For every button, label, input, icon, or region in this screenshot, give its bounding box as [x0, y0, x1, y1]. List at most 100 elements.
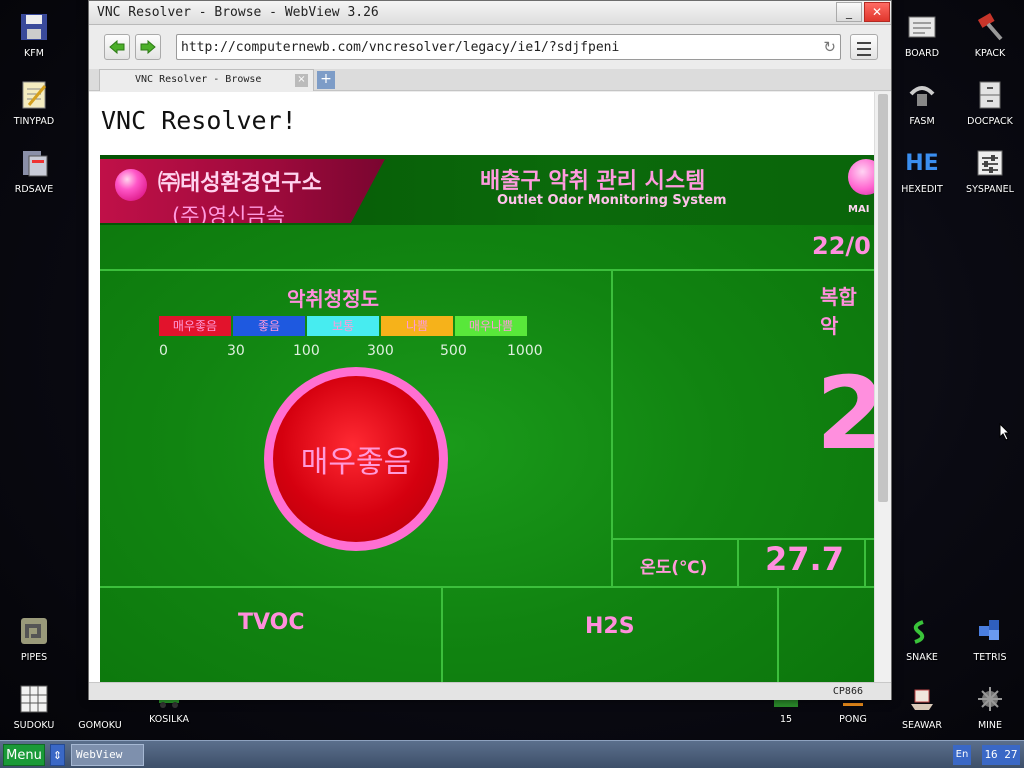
- reload-icon[interactable]: ↻: [823, 38, 836, 56]
- odor-status-text: 매우좋음: [300, 445, 412, 480]
- pipes-game-icon: [17, 614, 51, 648]
- scale-tick: 300: [367, 343, 394, 359]
- desktop-icon-label: FASM: [909, 116, 935, 127]
- desktop-icon-pipes[interactable]: PIPES: [0, 614, 68, 663]
- scale-tick: 0: [159, 343, 168, 359]
- company-name-secondary: (주)영신금속: [172, 204, 285, 228]
- legend-normal: 보통: [307, 316, 379, 336]
- desktop-icon-board[interactable]: BOARD: [888, 10, 956, 59]
- desktop-icon-rdsave[interactable]: RDSAVE: [0, 146, 68, 195]
- odor-status-indicator: 매우좋음: [264, 367, 448, 551]
- taskbar-item-webview[interactable]: WebView: [71, 744, 144, 766]
- odor-cleanliness-title: 악취청정도: [287, 287, 379, 311]
- browser-status-bar: CP866: [89, 682, 891, 700]
- desktop-icon-tetris[interactable]: TETRIS: [956, 614, 1024, 663]
- minimize-button[interactable]: _: [836, 2, 862, 22]
- desktop-icon-syspanel[interactable]: SYSPANEL: [956, 146, 1024, 195]
- desktop-icon-label: SYSPANEL: [966, 184, 1014, 195]
- hamburger-icon: [857, 42, 871, 44]
- page-heading: VNC Resolver!: [101, 106, 297, 135]
- forward-button[interactable]: [135, 34, 161, 60]
- company-name-primary: ㈜태성환경연구소: [158, 171, 322, 196]
- legend-good: 좋음: [233, 316, 305, 336]
- hammer-icon: [973, 10, 1007, 44]
- clock[interactable]: 16 27: [982, 745, 1020, 765]
- desktop-icon-gomoku[interactable]: GOMOKU: [66, 696, 134, 731]
- legend-very-good: 매우좋음: [159, 316, 231, 336]
- sudoku-grid-icon: [17, 682, 51, 716]
- desktop-icon-label: TETRIS: [973, 652, 1007, 663]
- pink-orb-icon: [115, 169, 147, 201]
- scrollbar-thumb[interactable]: [878, 94, 888, 502]
- address-bar[interactable]: ↻: [176, 34, 841, 60]
- keyboard-layout-indicator[interactable]: En: [953, 745, 971, 765]
- divider: [737, 538, 739, 587]
- desktop-icon-mine[interactable]: MINE: [956, 682, 1024, 731]
- scale-tick: 1000: [507, 343, 543, 359]
- tab-bar: VNC Resolver - Browse × +: [89, 69, 891, 91]
- vertical-scrollbar[interactable]: [874, 92, 891, 682]
- desktop-icon-label: SEAWAR: [902, 720, 942, 731]
- desktop-icon-label: KPACK: [974, 48, 1006, 59]
- composite-odor-title: 복합악: [820, 285, 857, 338]
- hex-editor-icon: HE: [905, 150, 939, 176]
- desktop-icon-label: GOMOKU: [78, 720, 122, 731]
- web-viewport[interactable]: VNC Resolver! ㈜태성환경연구소 (주)영신금속 배출구 악취 관리…: [89, 92, 874, 682]
- desktop-icon-label: KOSILKA: [149, 714, 189, 725]
- desktop-icon-snake[interactable]: SNAKE: [888, 614, 956, 663]
- browser-window[interactable]: VNC Resolver - Browse - WebView 3.26 _ ✕…: [88, 0, 892, 700]
- tvoc-label: TVOC: [238, 610, 305, 635]
- desktop-icon-sudoku[interactable]: SUDOKU: [0, 682, 68, 731]
- desktop-icon-label: PONG: [839, 714, 867, 725]
- taskbar-switch-icon[interactable]: ⇕: [50, 744, 65, 766]
- desktop-icon-fasm[interactable]: FASM: [888, 78, 956, 127]
- scale-tick: 30: [227, 343, 245, 359]
- h2s-label: H2S: [585, 614, 635, 639]
- mine-icon: [973, 682, 1007, 716]
- encoding-indicator: CP866: [832, 686, 863, 697]
- browser-menu-button[interactable]: [850, 34, 878, 60]
- fasm-icon: [905, 78, 939, 112]
- company-ribbon: ㈜태성환경연구소 (주)영신금속: [100, 159, 385, 223]
- seawar-icon: [905, 682, 939, 716]
- browser-tab[interactable]: VNC Resolver - Browse ×: [99, 69, 314, 91]
- window-titlebar[interactable]: VNC Resolver - Browse - WebView 3.26 _ ✕: [89, 1, 891, 25]
- cabinet-icon: [973, 78, 1007, 112]
- desktop-icon-docpack[interactable]: DOCPACK: [956, 78, 1024, 127]
- desktop-icon-label: KFM: [24, 48, 44, 59]
- main-menu-label: MAI: [848, 204, 870, 215]
- desktop-icon-kpack[interactable]: KPACK: [956, 10, 1024, 59]
- desktop-icon-label: HEXEDIT: [901, 184, 943, 195]
- url-input[interactable]: [181, 36, 801, 58]
- dashboard-date: 22/0: [812, 232, 871, 260]
- back-button[interactable]: [104, 34, 130, 60]
- scale-tick: 100: [293, 343, 320, 359]
- system-title-korean: 배출구 악취 관리 시스템: [480, 169, 706, 194]
- window-title: VNC Resolver - Browse - WebView 3.26: [97, 5, 379, 20]
- desktop-icon-tinypad[interactable]: TINYPAD: [0, 78, 68, 127]
- main-menu-icon[interactable]: [848, 159, 874, 195]
- system-title-english: Outlet Odor Monitoring System: [497, 193, 727, 208]
- divider: [441, 586, 443, 682]
- temperature-value: 27.7: [765, 540, 844, 578]
- tab-label: VNC Resolver - Browse: [135, 74, 262, 85]
- floppy-disk-icon: [17, 10, 51, 44]
- composite-odor-value: 2: [816, 355, 874, 472]
- divider: [864, 538, 866, 587]
- snake-icon: [905, 614, 939, 648]
- desktop-icon-hexedit[interactable]: HE HEXEDIT: [888, 146, 956, 196]
- notepad-icon: [17, 78, 51, 112]
- new-tab-button[interactable]: +: [317, 71, 335, 89]
- legend-bad: 나쁨: [381, 316, 453, 336]
- legend-very-bad: 매우나쁨: [455, 316, 527, 336]
- desktop-icon-kfm[interactable]: KFM: [0, 10, 68, 59]
- tab-close-icon[interactable]: ×: [295, 74, 308, 87]
- start-menu-button[interactable]: Menu: [3, 744, 45, 766]
- desktop-icon-label: 15: [779, 714, 793, 725]
- back-arrow-icon: [109, 40, 125, 54]
- close-button[interactable]: ✕: [864, 2, 890, 22]
- desktop-icon-seawar[interactable]: SEAWAR: [888, 682, 956, 731]
- board-icon: [905, 10, 939, 44]
- save-disk-icon: [17, 146, 51, 180]
- dashboard-header: ㈜태성환경연구소 (주)영신금속 배출구 악취 관리 시스템 Outlet Od…: [100, 155, 874, 225]
